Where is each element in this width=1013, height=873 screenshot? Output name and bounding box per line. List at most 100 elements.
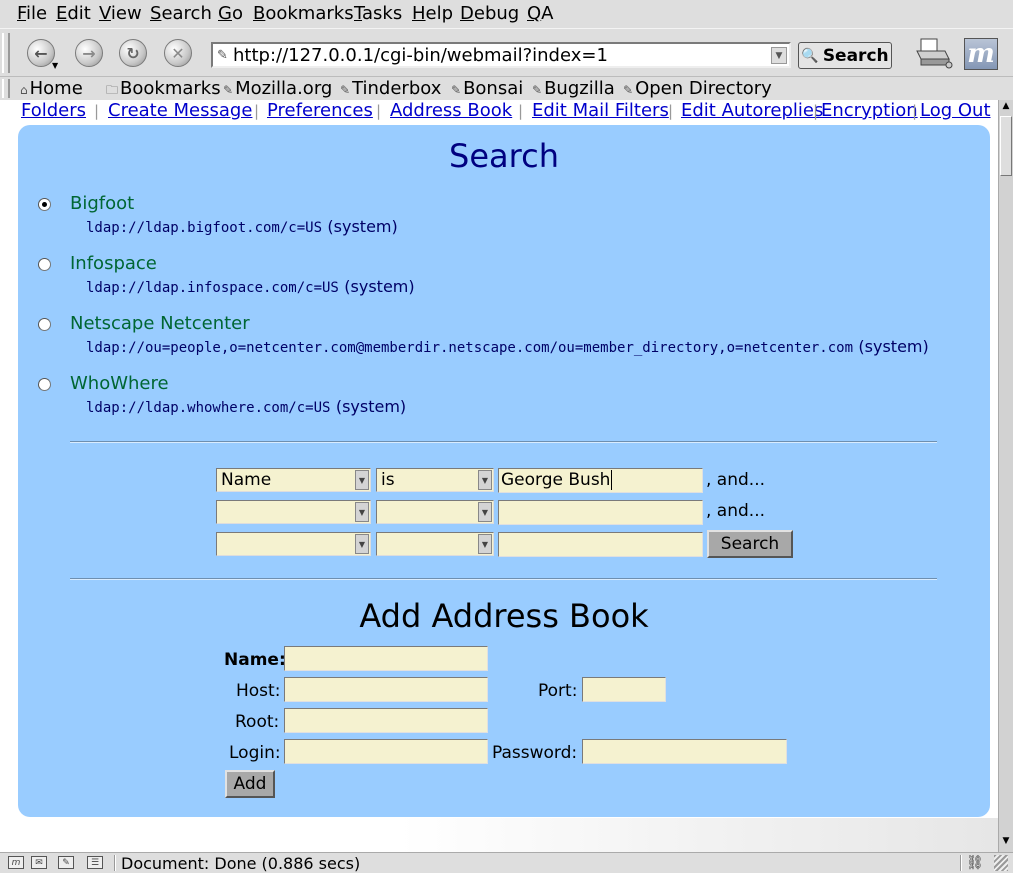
bookmark-bugzilla[interactable]: ✎ Bugzilla	[532, 78, 615, 99]
url-text[interactable]: http://127.0.0.1/cgi-bin/webmail?index=1	[233, 45, 608, 66]
chevron-down-icon[interactable]: ▼	[355, 534, 369, 554]
search-button[interactable]: 🔍 Search	[798, 42, 892, 69]
chevron-down-icon[interactable]: ▼	[355, 470, 369, 490]
forward-arrow-icon[interactable]: →	[75, 39, 103, 67]
login-input[interactable]	[284, 739, 488, 764]
menu-edit[interactable]: Edit	[56, 3, 91, 24]
magnifier-icon: 🔍	[801, 47, 819, 64]
link-create-message[interactable]: Create Message	[108, 100, 252, 121]
address-book-icon[interactable]: ☰	[87, 856, 103, 869]
password-input[interactable]	[582, 739, 787, 764]
bookmark-icon: ✎	[623, 83, 634, 97]
port-label: Port:	[538, 681, 578, 701]
menu-search[interactable]: Search	[150, 3, 212, 24]
online-status-icon[interactable]: ⛓	[966, 855, 984, 871]
server-radio-whowhere[interactable]	[38, 378, 51, 391]
link-preferences[interactable]: Preferences	[267, 100, 373, 121]
webmail-nav-links: Folders | Create Message | Preferences |…	[0, 100, 998, 124]
url-history-dropdown-icon[interactable]: ▼	[771, 47, 787, 64]
menu-tasks[interactable]: Tasks	[354, 3, 402, 24]
chevron-down-icon[interactable]: ▼	[478, 470, 492, 490]
vertical-scrollbar[interactable]: ▲ ▼	[998, 100, 1013, 852]
server-name: Infospace	[70, 253, 157, 274]
home-button[interactable]: ⌂ Home	[20, 78, 83, 99]
root-input[interactable]	[284, 708, 488, 733]
chevron-down-icon[interactable]: ▼	[478, 534, 492, 554]
criteria-value-input[interactable]	[498, 532, 703, 557]
back-arrow-icon[interactable]: ←	[27, 39, 55, 67]
link-folders[interactable]: Folders	[21, 100, 86, 121]
add-button[interactable]: Add	[225, 770, 275, 798]
back-dropdown-icon[interactable]: ▼	[52, 61, 58, 70]
bookmark-tinderbox[interactable]: ✎ Tinderbox	[340, 78, 441, 99]
navigator-icon[interactable]: m	[8, 856, 24, 869]
criteria-field-select[interactable]: Name ▼	[216, 468, 371, 492]
search-button-label: Search	[822, 45, 889, 66]
mail-icon[interactable]: ✉	[31, 856, 47, 869]
link-edit-autoreplies[interactable]: Edit Autoreplies	[681, 100, 823, 121]
bookmark-open-directory[interactable]: ✎ Open Directory	[623, 78, 772, 99]
server-radio-bigfoot[interactable]	[38, 198, 51, 211]
root-label: Root:	[235, 712, 280, 732]
print-icon[interactable]	[915, 37, 955, 71]
bookmark-icon: ✎	[223, 83, 234, 97]
criteria-operator-select[interactable]: ▼	[376, 532, 494, 556]
link-encryption[interactable]: Encryption	[821, 100, 918, 121]
menu-bookmarks[interactable]: Bookmarks	[253, 3, 354, 24]
password-label: Password:	[492, 743, 578, 763]
server-url: ldap://ldap.infospace.com/c=US (system)	[86, 277, 415, 296]
menu-file[interactable]: File	[17, 3, 47, 24]
search-title: Search	[449, 137, 559, 175]
link-separator: |	[376, 102, 382, 120]
server-radio-netscape-netcenter[interactable]	[38, 318, 51, 331]
mozilla-throbber-icon[interactable]: m	[964, 38, 998, 70]
criteria-value-input[interactable]	[498, 500, 703, 525]
stop-icon[interactable]: ✕	[164, 39, 192, 67]
link-separator: |	[813, 102, 819, 120]
menu-debug[interactable]: Debug	[460, 3, 519, 24]
criteria-field-select[interactable]: ▼	[216, 532, 371, 556]
folder-icon: 🗀	[106, 83, 119, 97]
link-address-book[interactable]: Address Book	[390, 100, 512, 121]
status-divider	[114, 855, 116, 871]
menu-bar: File Edit View Search Go Bookmarks Tasks…	[0, 0, 1013, 28]
server-url: ldap://ou=people,o=netcenter.com@memberd…	[86, 337, 929, 356]
book-name-input[interactable]	[284, 646, 488, 671]
bookmark-mozilla-org[interactable]: ✎ Mozilla.org	[223, 78, 332, 99]
menu-qa[interactable]: QA	[527, 3, 554, 24]
page-background	[0, 818, 998, 852]
bookmark-icon: ✎	[532, 83, 543, 97]
menu-help[interactable]: Help	[412, 3, 453, 24]
reload-icon[interactable]: ↻	[119, 39, 147, 67]
scroll-down-icon[interactable]: ▼	[1000, 836, 1012, 850]
chevron-down-icon[interactable]: ▼	[478, 502, 492, 522]
host-input[interactable]	[284, 677, 488, 702]
scroll-up-icon[interactable]: ▲	[1000, 101, 1012, 115]
criteria-value-input[interactable]: George Bush	[498, 468, 703, 493]
criteria-field-select[interactable]: ▼	[216, 500, 371, 524]
server-radio-infospace[interactable]	[38, 258, 51, 271]
bookmark-bonsai[interactable]: ✎ Bonsai	[451, 78, 523, 99]
composer-icon[interactable]: ✎	[58, 856, 74, 869]
status-divider	[960, 855, 962, 871]
criteria-operator-select[interactable]: is ▼	[376, 468, 494, 492]
menu-go[interactable]: Go	[218, 3, 243, 24]
menu-view[interactable]: View	[99, 3, 142, 24]
link-log-out[interactable]: Log Out	[920, 100, 991, 121]
resize-grip[interactable]	[994, 855, 1008, 871]
home-icon: ⌂	[20, 83, 28, 97]
page-icon: ✎	[217, 48, 228, 63]
personal-toolbar-grip[interactable]	[2, 79, 10, 98]
chevron-down-icon[interactable]: ▼	[355, 502, 369, 522]
host-label: Host:	[236, 681, 281, 701]
criteria-operator-select[interactable]: ▼	[376, 500, 494, 524]
bookmarks-button[interactable]: 🗀 Bookmarks	[106, 78, 221, 102]
port-input[interactable]	[582, 677, 666, 702]
navigation-toolbar: ← ▼ → ↻ ✕ ✎ http://127.0.0.1/cgi-bin/web…	[0, 28, 1013, 76]
run-search-button[interactable]: Search	[707, 530, 793, 558]
link-edit-mail-filters[interactable]: Edit Mail Filters	[532, 100, 669, 121]
url-bar[interactable]: ✎ http://127.0.0.1/cgi-bin/webmail?index…	[211, 42, 791, 68]
toolbar-grip[interactable]	[2, 33, 10, 73]
search-panel: Search Bigfoot ldap://ldap.bigfoot.com/c…	[18, 125, 990, 817]
scrollbar-thumb[interactable]	[1000, 116, 1012, 176]
